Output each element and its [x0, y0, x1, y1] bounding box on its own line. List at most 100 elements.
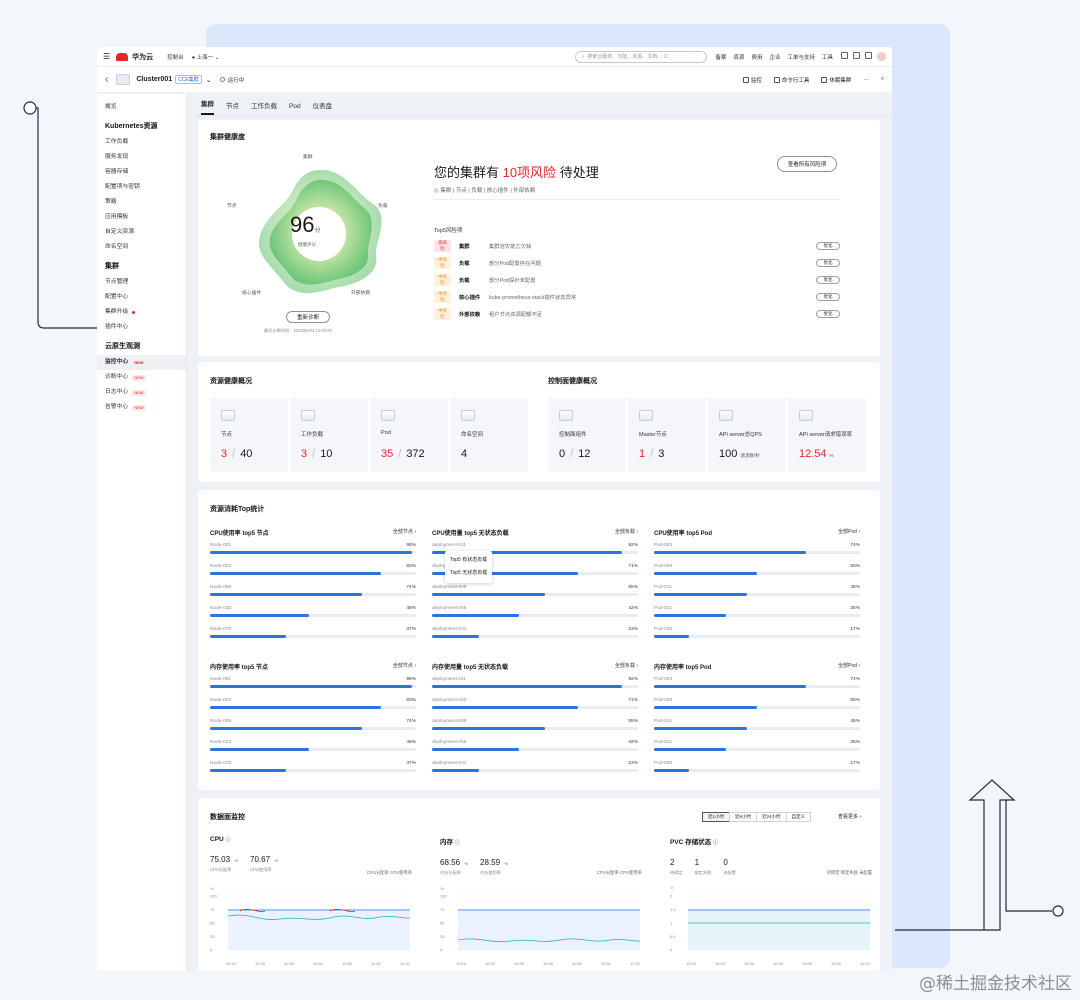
control-master[interactable]: Master节点 1/3 — [628, 398, 706, 472]
optimize-button[interactable]: 优化 — [816, 276, 840, 284]
brand-logo[interactable]: 华为云 — [116, 52, 153, 62]
tooltip-option-stateful[interactable]: Top5 有状态负载 — [450, 554, 487, 567]
top5-row[interactable]: Pod-036 17% — [654, 624, 860, 645]
tab-cluster[interactable]: 集群 — [201, 98, 214, 115]
sidebar-item-plugins[interactable]: 插件中心 — [97, 320, 186, 335]
resource-node[interactable]: 节点 3/40 — [210, 398, 288, 472]
rediagnose-button[interactable]: 重新诊断 — [286, 311, 330, 323]
back-icon[interactable]: ‹ — [105, 74, 108, 85]
optimize-button[interactable]: 优化 — [816, 242, 840, 250]
view-all-link[interactable]: 全部节点 › — [393, 528, 416, 540]
resource-namespace[interactable]: 命名空间 4 — [450, 398, 528, 472]
top5-row[interactable]: deployment-031 23% — [432, 624, 638, 645]
hibernate-button[interactable]: 休眠集群 — [821, 76, 851, 84]
sidebar-item-service[interactable]: 服务发现 — [97, 150, 186, 165]
resource-workload[interactable]: 工作负载 3/10 — [290, 398, 368, 472]
sidebar-item-diagnose[interactable]: 诊断中心 NEW — [97, 370, 186, 385]
region-selector[interactable]: ● 上海一 ⌄ — [192, 53, 220, 61]
terminal-icon[interactable] — [841, 52, 848, 59]
help-icon[interactable]: ⓘ — [226, 837, 231, 843]
more-icon[interactable]: ··· — [863, 77, 869, 83]
range-1h[interactable]: 近1小时 — [702, 812, 731, 822]
chevron-down-icon[interactable]: ⌄ — [206, 76, 212, 84]
tooltip-option-stateless[interactable]: Top5 无状态负载 — [450, 567, 487, 580]
search-icon[interactable]: ⌕ — [881, 76, 884, 83]
optimize-button[interactable]: 优化 — [816, 259, 840, 267]
view-all-link[interactable]: 全部节点 › — [393, 662, 416, 674]
top5-row[interactable]: deployment-055 42% — [432, 737, 638, 758]
sidebar-item-config-center[interactable]: 配置中心 — [97, 290, 186, 305]
top5-row[interactable]: Pod-003 74% — [654, 674, 860, 695]
sidebar-item-overview[interactable]: 概览 — [97, 100, 186, 115]
optimize-button[interactable]: 优化 — [816, 293, 840, 301]
help-icon[interactable]: ⓘ — [455, 840, 460, 846]
top-link-beian[interactable]: 备案 — [715, 53, 726, 61]
avatar[interactable] — [877, 52, 886, 61]
sidebar-item-policy[interactable]: 策略 — [97, 195, 186, 210]
top5-row[interactable]: Pod-011 45% — [654, 716, 860, 737]
view-all-link[interactable]: 全部负载 › — [615, 528, 638, 540]
top5-row[interactable]: deployment-011 92% — [432, 674, 638, 695]
top5-row[interactable]: deployment-009 55% — [432, 716, 638, 737]
sidebar-item-monitor[interactable]: 监控中心 NEW — [97, 355, 186, 370]
top5-row[interactable]: deployment-031 23% — [432, 758, 638, 779]
menu-icon[interactable]: ☰ — [103, 52, 110, 61]
sidebar-item-workload[interactable]: 工作负载 — [97, 135, 186, 150]
sidebar-item-storage[interactable]: 容器存储 — [97, 165, 186, 180]
top-link-support[interactable]: 工单与支持 — [787, 53, 815, 61]
view-all-link[interactable]: 全部Pod › — [838, 528, 860, 540]
tab-workloads[interactable]: 工作负载 — [251, 100, 277, 115]
sidebar-item-logs[interactable]: 日志中心 NEW — [97, 385, 186, 400]
top-link-enterprise[interactable]: 企业 — [769, 53, 780, 61]
top-link-resource[interactable]: 资源 — [733, 53, 744, 61]
top5-row[interactable]: Pod-009 50% — [654, 561, 860, 582]
resource-pod[interactable]: Pod 35/372 — [370, 398, 448, 472]
sidebar-item-template[interactable]: 应用模板 — [97, 210, 186, 225]
sidebar-item-nodes[interactable]: 节点管理 — [97, 275, 186, 290]
sidebar-item-upgrade[interactable]: 集群升级 — [97, 305, 186, 320]
top5-row[interactable]: Node-073 37% — [210, 624, 416, 645]
control-error-rate[interactable]: API server请求错误率 12.54% — [788, 398, 866, 472]
top5-row[interactable]: Pod-009 50% — [654, 695, 860, 716]
top5-row[interactable]: Node-001 98% — [210, 674, 416, 695]
top-link-tools[interactable]: 工具 — [822, 53, 833, 61]
top5-row[interactable]: Pod-003 74% — [654, 540, 860, 561]
top5-row[interactable]: Node-023 48% — [210, 737, 416, 758]
tab-dashboard[interactable]: 仪表盘 — [313, 100, 333, 115]
console-link[interactable]: 控制台 — [167, 53, 184, 61]
view-all-risks-button[interactable]: 查看所有风险项 — [777, 156, 837, 172]
top5-row[interactable]: Node-003 83% — [210, 695, 416, 716]
top5-row[interactable]: Node-001 98% — [210, 540, 416, 561]
view-more-link[interactable]: 查看更多 › — [838, 813, 861, 820]
top5-row[interactable]: deployment-023 71% — [432, 695, 638, 716]
tab-pod[interactable]: Pod — [289, 103, 301, 115]
top5-row[interactable]: Pod-036 17% — [654, 758, 860, 779]
sidebar-item-alarm[interactable]: 告警中心 NEW — [97, 400, 186, 415]
cli-button[interactable]: 命令行工具 — [773, 76, 809, 84]
top5-row[interactable]: Node-005 74% — [210, 716, 416, 737]
monitor-icon[interactable] — [865, 52, 872, 59]
control-qps[interactable]: API server总QPS 100 请求数/秒 — [708, 398, 786, 472]
top5-row[interactable]: Node-003 83% — [210, 561, 416, 582]
range-6h[interactable]: 近6小时 — [729, 812, 758, 822]
top5-row[interactable]: Node-033 48% — [210, 603, 416, 624]
top5-row[interactable]: Node-009 74% — [210, 582, 416, 603]
top5-row[interactable]: deployment-009 55% — [432, 582, 638, 603]
range-24h[interactable]: 近24小时 — [756, 812, 787, 822]
top5-row[interactable]: Node-073 37% — [210, 758, 416, 779]
sidebar-item-config[interactable]: 配置项与密钥 — [97, 180, 186, 195]
message-icon[interactable] — [853, 52, 860, 59]
monitor-button[interactable]: 监控 — [742, 76, 762, 84]
help-icon[interactable]: ⓘ — [713, 840, 718, 846]
top5-row[interactable]: Pod-021 35% — [654, 737, 860, 758]
sidebar-item-namespace[interactable]: 命名空间 — [97, 240, 186, 255]
top5-row[interactable]: Pod-011 45% — [654, 582, 860, 603]
search-input[interactable]: ⌕ 搜索云服务、功能、资源、文档… 1/ — [575, 50, 708, 63]
top-link-cost[interactable]: 费用 — [751, 53, 762, 61]
view-all-link[interactable]: 全部Pod › — [838, 662, 860, 674]
control-components[interactable]: 控制面组件 0/12 — [548, 398, 626, 472]
top5-row[interactable]: deployment-055 42% — [432, 603, 638, 624]
range-custom[interactable]: 自定义 — [785, 812, 812, 822]
top5-row[interactable]: Pod-021 35% — [654, 603, 860, 624]
tab-nodes[interactable]: 节点 — [226, 100, 239, 115]
